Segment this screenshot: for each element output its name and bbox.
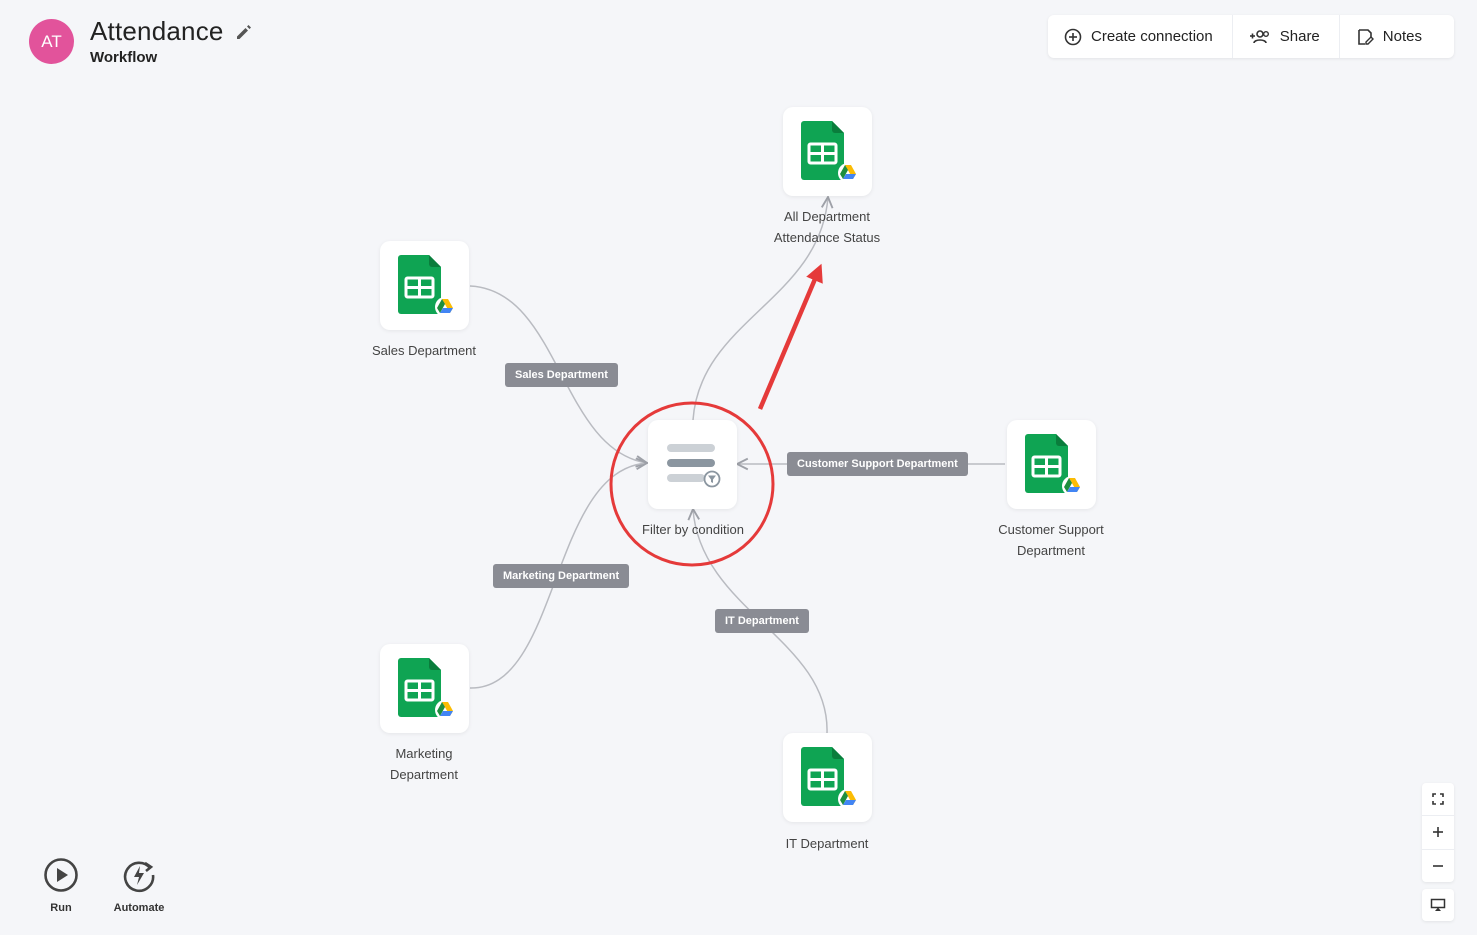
toolbar: Create connection Share Notes [1048, 15, 1454, 58]
node-marketing-department[interactable] [380, 644, 469, 733]
automate-button[interactable]: Automate [107, 857, 171, 914]
node-label-all-department: All Department Attendance Status [773, 209, 881, 245]
google-sheets-icon [395, 658, 455, 720]
zoom-out-button[interactable] [1422, 850, 1454, 882]
screen-icon [1430, 898, 1446, 911]
node-sales-department[interactable] [380, 241, 469, 330]
pencil-icon[interactable] [234, 22, 254, 42]
automate-icon [123, 861, 155, 893]
notes-icon [1357, 28, 1374, 45]
node-label-filter: Filter by condition [642, 522, 744, 537]
minus-icon [1433, 865, 1443, 867]
google-sheets-icon [798, 747, 858, 809]
zoom-controls [1422, 783, 1454, 882]
notes-button[interactable]: Notes [1340, 15, 1441, 58]
run-label: Run [50, 902, 72, 914]
node-label-sales: Sales Department [371, 343, 477, 358]
automate-label: Automate [113, 902, 165, 914]
create-connection-button[interactable]: Create connection [1048, 15, 1233, 58]
node-customer-support-department[interactable] [1007, 420, 1096, 509]
node-label-marketing: Marketing Department [390, 746, 458, 782]
fit-view-button[interactable] [1422, 783, 1454, 817]
run-button[interactable]: Run [29, 857, 93, 914]
node-it-department[interactable] [783, 733, 872, 822]
create-connection-label: Create connection [1091, 28, 1213, 45]
node-label-it: IT Department [785, 836, 869, 851]
node-label-customer-support: Customer Support Department [998, 522, 1104, 558]
edge-tag-marketing[interactable]: Marketing Department [493, 564, 630, 588]
edge-tag-it[interactable]: IT Department [715, 609, 809, 633]
plus-circle-icon [1064, 28, 1082, 45]
workflow-title: Attendance [90, 16, 224, 46]
highlight-arrow [757, 263, 823, 410]
plus-icon [1433, 827, 1443, 838]
node-filter-by-condition[interactable] [648, 420, 737, 509]
edge-tag-customer-support[interactable]: Customer Support Department [787, 452, 968, 476]
google-sheets-icon [798, 121, 858, 183]
node-all-department-attendance-status[interactable] [783, 107, 872, 196]
avatar[interactable]: AT [29, 19, 74, 64]
google-sheets-icon [1022, 434, 1082, 496]
add-people-icon [1249, 29, 1269, 43]
filter-icon [666, 443, 720, 487]
share-button[interactable]: Share [1233, 15, 1340, 58]
edge-tag-sales[interactable]: Sales Department [505, 363, 618, 387]
workflow-subtitle: Workflow [90, 49, 158, 66]
zoom-in-button[interactable] [1422, 816, 1454, 850]
google-sheets-icon [395, 255, 455, 317]
present-button[interactable] [1422, 889, 1454, 921]
fullscreen-icon [1432, 793, 1444, 805]
notes-label: Notes [1382, 28, 1422, 45]
share-label: Share [1279, 28, 1320, 45]
play-icon [44, 858, 78, 892]
workflow-connections [469, 0, 1005, 734]
